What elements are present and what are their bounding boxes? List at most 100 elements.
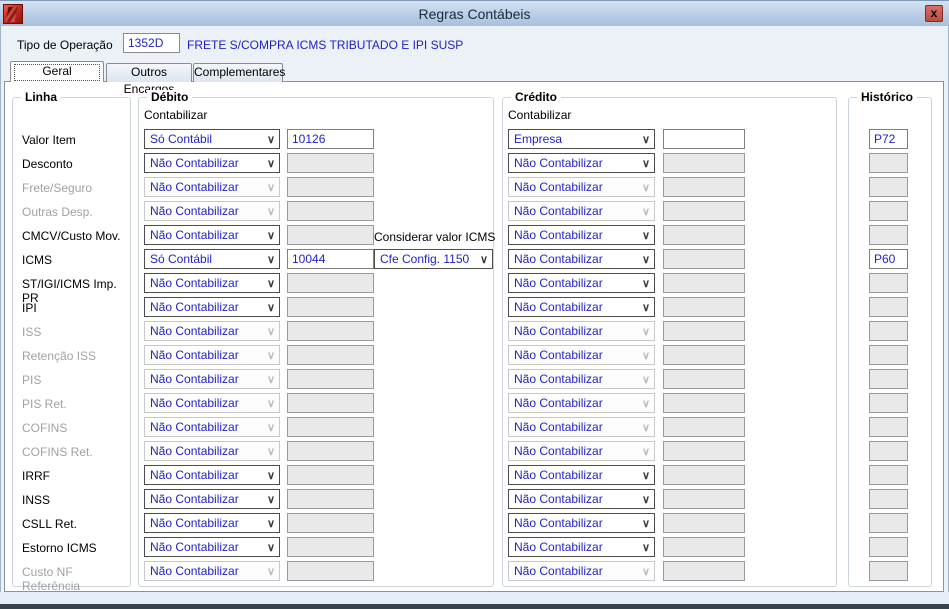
table-row: COFINS Não Contabilizar ∨ Não Contabiliz… xyxy=(0,417,949,441)
history-field[interactable]: P72 xyxy=(869,129,908,149)
credit-account-field xyxy=(663,321,745,341)
chevron-down-icon: ∨ xyxy=(641,158,650,170)
debit-mode-value: Não Contabilizar xyxy=(150,492,239,506)
debit-account-field xyxy=(287,321,374,341)
table-row: Outras Desp. Não Contabilizar ∨ Não Cont… xyxy=(0,201,949,225)
history-field xyxy=(869,441,908,461)
credit-account-field xyxy=(663,153,745,173)
credit-mode-value: Não Contabilizar xyxy=(514,180,603,194)
credit-mode-select[interactable]: Não Contabilizar ∨ xyxy=(508,297,655,317)
chevron-down-icon: ∨ xyxy=(266,446,275,458)
chevron-down-icon: ∨ xyxy=(641,494,650,506)
credit-mode-select[interactable]: Não Contabilizar ∨ xyxy=(508,537,655,557)
credit-mode-select[interactable]: Não Contabilizar ∨ xyxy=(508,273,655,293)
credit-mode-select: Não Contabilizar ∨ xyxy=(508,441,655,461)
credit-mode-value: Não Contabilizar xyxy=(514,348,603,362)
debit-mode-value: Não Contabilizar xyxy=(150,180,239,194)
credit-mode-select[interactable]: Não Contabilizar ∨ xyxy=(508,465,655,485)
icms-config-value: Cfe Config. 1150 xyxy=(380,252,470,266)
row-label: COFINS Ret. xyxy=(22,445,93,459)
chevron-down-icon: ∨ xyxy=(266,206,275,218)
credit-mode-select[interactable]: Não Contabilizar ∨ xyxy=(508,153,655,173)
chevron-down-icon: ∨ xyxy=(641,542,650,554)
credit-mode-value: Não Contabilizar xyxy=(514,252,603,266)
credit-mode-value: Não Contabilizar xyxy=(514,276,603,290)
history-field xyxy=(869,489,908,509)
debit-mode-select[interactable]: Não Contabilizar ∨ xyxy=(144,465,280,485)
debit-mode-select: Não Contabilizar ∨ xyxy=(144,321,280,341)
debit-mode-select[interactable]: Não Contabilizar ∨ xyxy=(144,153,280,173)
debit-account-field xyxy=(287,273,374,293)
credit-account-field xyxy=(663,297,745,317)
debit-mode-select[interactable]: Só Contábil ∨ xyxy=(144,249,280,269)
debit-mode-value: Não Contabilizar xyxy=(150,540,239,554)
history-field xyxy=(869,177,908,197)
credit-account-field xyxy=(663,393,745,413)
debit-mode-value: Não Contabilizar xyxy=(150,444,239,458)
credit-mode-select[interactable]: Não Contabilizar ∨ xyxy=(508,249,655,269)
icms-config-select[interactable]: Cfe Config. 1150 ∨ xyxy=(374,249,493,269)
history-field xyxy=(869,225,908,245)
credit-mode-value: Não Contabilizar xyxy=(514,540,603,554)
credit-account-field xyxy=(663,537,745,557)
history-field xyxy=(869,513,908,533)
history-field xyxy=(869,201,908,221)
debit-mode-value: Não Contabilizar xyxy=(150,396,239,410)
credit-mode-select: Não Contabilizar ∨ xyxy=(508,177,655,197)
debit-account-field xyxy=(287,393,374,413)
credit-mode-select: Não Contabilizar ∨ xyxy=(508,345,655,365)
debit-mode-select[interactable]: Só Contábil ∨ xyxy=(144,129,280,149)
credit-mode-select[interactable]: Não Contabilizar ∨ xyxy=(508,489,655,509)
credit-mode-value: Não Contabilizar xyxy=(514,372,603,386)
chevron-down-icon: ∨ xyxy=(266,278,275,290)
chevron-down-icon: ∨ xyxy=(641,422,650,434)
debit-mode-select[interactable]: Não Contabilizar ∨ xyxy=(144,513,280,533)
credit-account-field xyxy=(663,369,745,389)
debit-mode-value: Só Contábil xyxy=(150,132,213,146)
debit-account-field xyxy=(287,537,374,557)
debit-mode-select: Não Contabilizar ∨ xyxy=(144,177,280,197)
debit-account-field[interactable]: 10044 xyxy=(287,249,374,269)
table-row: COFINS Ret. Não Contabilizar ∨ Não Conta… xyxy=(0,441,949,465)
row-label: Desconto xyxy=(22,157,73,171)
debit-account-field xyxy=(287,369,374,389)
debit-account-field xyxy=(287,441,374,461)
debit-mode-select[interactable]: Não Contabilizar ∨ xyxy=(144,297,280,317)
debit-mode-select: Não Contabilizar ∨ xyxy=(144,201,280,221)
history-field[interactable]: P60 xyxy=(869,249,908,269)
debit-account-field[interactable]: 10126 xyxy=(287,129,374,149)
history-field xyxy=(869,561,908,581)
table-row: Estorno ICMS Não Contabilizar ∨ Não Cont… xyxy=(0,537,949,561)
history-field xyxy=(869,465,908,485)
credit-mode-value: Não Contabilizar xyxy=(514,468,603,482)
debit-account-field xyxy=(287,513,374,533)
debit-mode-select[interactable]: Não Contabilizar ∨ xyxy=(144,273,280,293)
row-label: Custo NF Referência xyxy=(22,565,81,593)
credit-account-field xyxy=(663,489,745,509)
row-label: PIS Ret. xyxy=(22,397,67,411)
debit-mode-value: Não Contabilizar xyxy=(150,348,239,362)
credit-account-field xyxy=(663,561,745,581)
table-row: Retenção ISS Não Contabilizar ∨ Não Cont… xyxy=(0,345,949,369)
credit-account-field[interactable] xyxy=(663,129,745,149)
history-field xyxy=(869,417,908,437)
debit-mode-select[interactable]: Não Contabilizar ∨ xyxy=(144,537,280,557)
row-label: Outras Desp. xyxy=(22,205,93,219)
row-label: INSS xyxy=(22,493,51,507)
chevron-down-icon: ∨ xyxy=(641,398,650,410)
chevron-down-icon: ∨ xyxy=(641,206,650,218)
row-label: COFINS xyxy=(22,421,68,435)
row-label: IRRF xyxy=(22,469,50,483)
credit-mode-select[interactable]: Não Contabilizar ∨ xyxy=(508,225,655,245)
debit-mode-value: Não Contabilizar xyxy=(150,420,239,434)
credit-mode-select[interactable]: Não Contabilizar ∨ xyxy=(508,513,655,533)
debit-mode-value: Não Contabilizar xyxy=(150,156,239,170)
debit-mode-select[interactable]: Não Contabilizar ∨ xyxy=(144,489,280,509)
debit-mode-select: Não Contabilizar ∨ xyxy=(144,369,280,389)
credit-mode-select[interactable]: Empresa ∨ xyxy=(508,129,655,149)
credit-mode-value: Não Contabilizar xyxy=(514,564,603,578)
debit-mode-select[interactable]: Não Contabilizar ∨ xyxy=(144,225,280,245)
table-row: Valor Item Só Contábil ∨ 10126 Empresa ∨… xyxy=(0,129,949,153)
credit-mode-value: Não Contabilizar xyxy=(514,444,603,458)
history-field xyxy=(869,393,908,413)
